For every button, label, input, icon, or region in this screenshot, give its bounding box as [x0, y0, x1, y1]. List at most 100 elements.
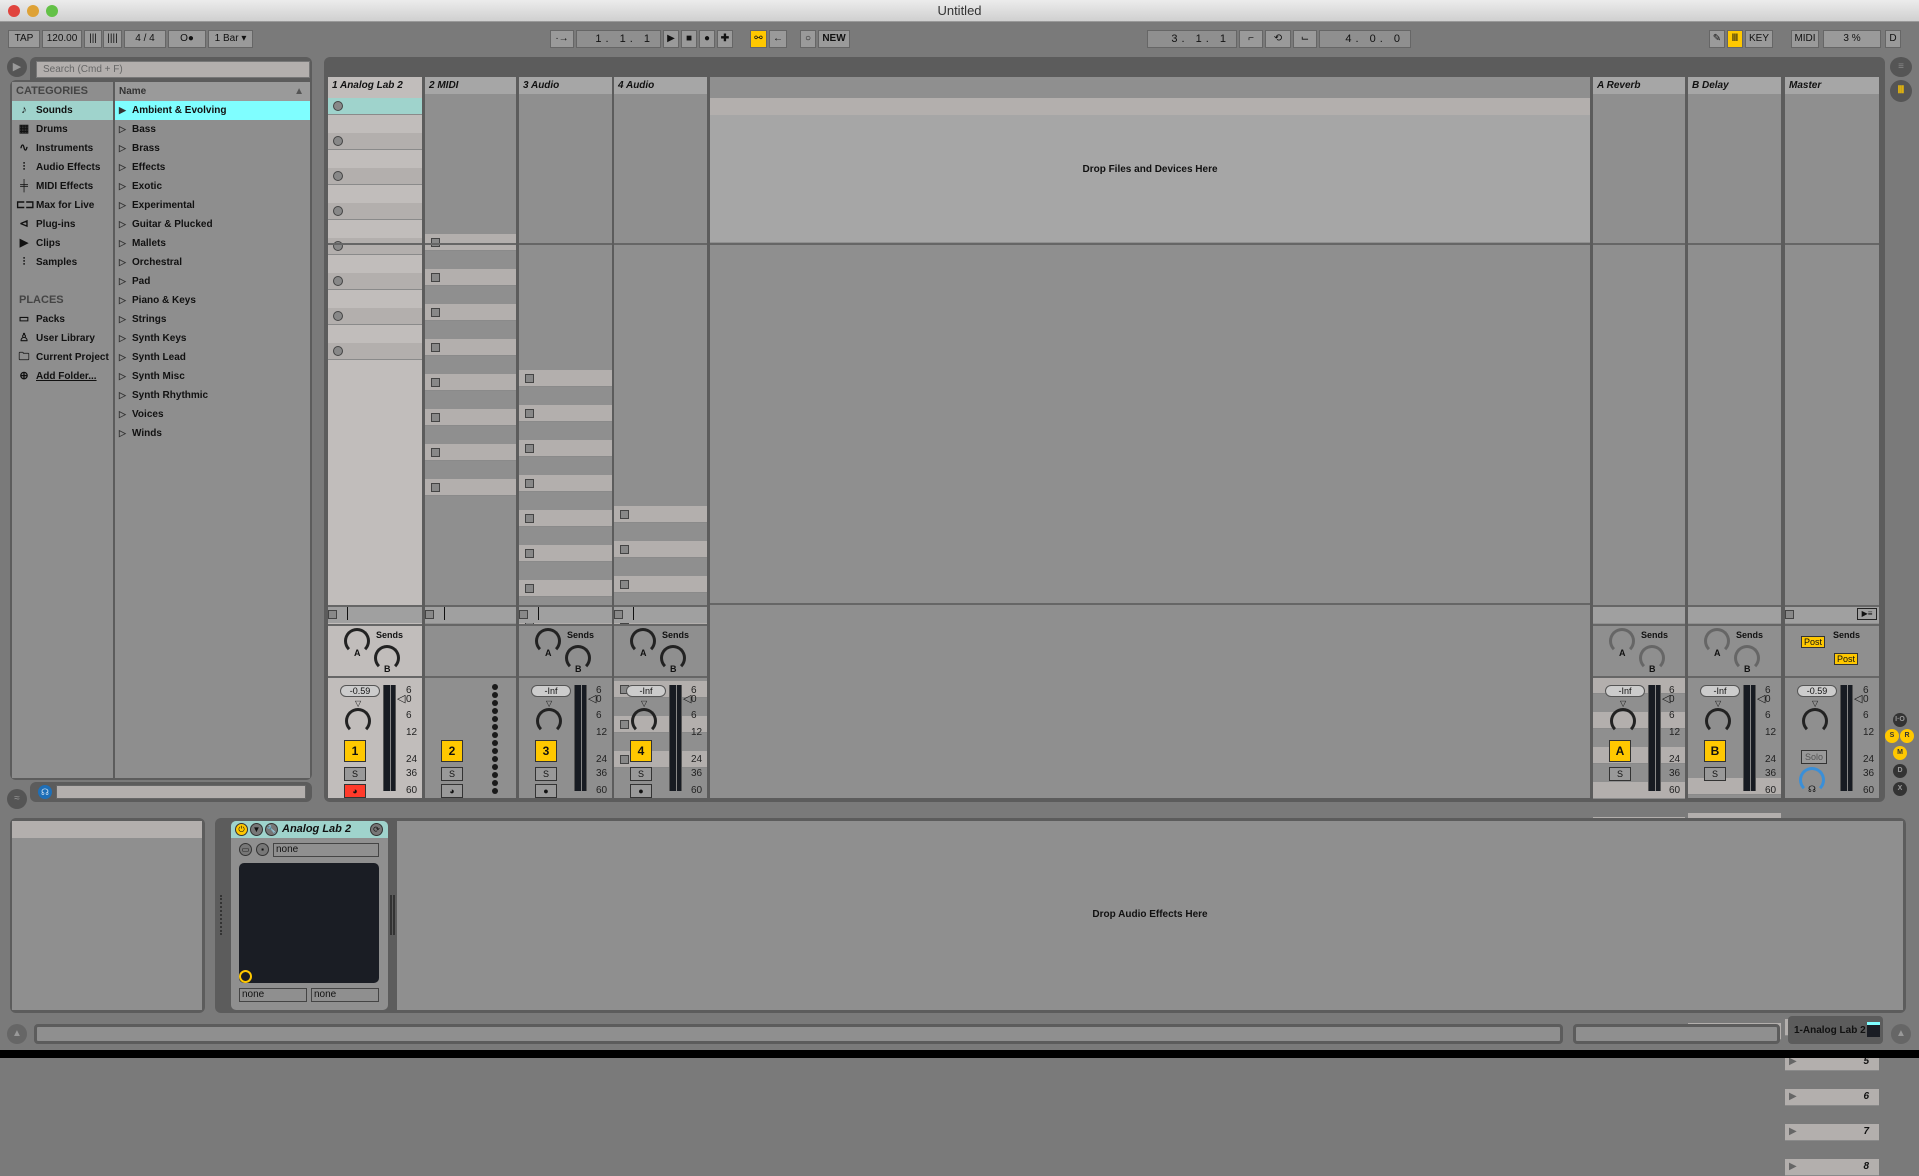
clip-slot[interactable] — [614, 541, 707, 558]
browser-item[interactable]: ▷ Strings — [115, 310, 310, 329]
track-stop-button[interactable] — [614, 610, 623, 619]
track-stop-button[interactable] — [519, 610, 528, 619]
category-max-for-live[interactable]: ⊏⊐ Max for Live — [12, 196, 113, 215]
clip-slot[interactable] — [328, 98, 422, 115]
pan-knob[interactable] — [1802, 708, 1828, 734]
plugin-expand-icon[interactable] — [239, 970, 252, 983]
browser-item[interactable]: ▷ Pad — [115, 272, 310, 291]
track-stop-button[interactable] — [328, 610, 337, 619]
computer-keyboard-button[interactable]: Ⅲ — [1727, 30, 1743, 48]
new-clip-button[interactable]: NEW — [818, 30, 850, 48]
track-header[interactable]: A Reverb — [1593, 77, 1685, 94]
plugin-display[interactable] — [239, 863, 379, 983]
clip-stop-button[interactable] — [525, 409, 534, 418]
place-packs[interactable]: ▭ Packs — [12, 310, 113, 329]
browser-item[interactable]: ▷ Exotic — [115, 177, 310, 196]
return-activator-button[interactable]: A — [1609, 740, 1631, 762]
session-record-button[interactable]: ○ — [800, 30, 816, 48]
preset-field[interactable]: none — [273, 843, 379, 857]
back-to-arrangement-button[interactable]: ← — [769, 30, 787, 48]
category-midi-effects[interactable]: ╪ MIDI Effects — [12, 177, 113, 196]
clip-slot[interactable] — [328, 168, 422, 185]
category-samples[interactable]: ⫶ Samples — [12, 253, 113, 272]
key-map-button[interactable]: KEY — [1745, 30, 1773, 48]
clip-stop-button[interactable] — [525, 549, 534, 558]
clip-slot[interactable] — [328, 133, 422, 150]
browser-item[interactable]: ▷ Mallets — [115, 234, 310, 253]
draw-mode-button[interactable]: ✎ — [1709, 30, 1725, 48]
loop-start-field[interactable]: 3. 1. 1 — [1147, 30, 1237, 48]
wrench-icon[interactable]: 🔧 — [265, 823, 278, 836]
scene-launch-icon[interactable]: ▶ — [1789, 1091, 1797, 1102]
time-signature-field[interactable]: 4 / 4 — [124, 30, 166, 48]
drop-area[interactable]: Drop Files and Devices Here — [710, 77, 1590, 798]
crossfader-toggle-button[interactable]: X — [1893, 782, 1907, 796]
track-stop-button[interactable] — [425, 610, 434, 619]
clip-stop-button[interactable] — [620, 545, 629, 554]
minimize-window-button[interactable] — [27, 5, 39, 17]
punch-in-button[interactable]: ⌐ — [1239, 30, 1263, 48]
category-sounds[interactable]: ♪ Sounds — [12, 101, 113, 120]
clip-slot[interactable] — [328, 203, 422, 220]
clip-stop-button[interactable] — [525, 584, 534, 593]
arm-button[interactable]: ● — [535, 784, 557, 798]
param-a-field[interactable]: none — [239, 988, 307, 1002]
category-instruments[interactable]: ∿ Instruments — [12, 139, 113, 158]
clip-stop-button[interactable] — [620, 755, 629, 764]
solo-button[interactable]: S — [1704, 767, 1726, 781]
loop-length-field[interactable]: 4. 0. 0 — [1319, 30, 1411, 48]
clip-slot[interactable] — [519, 545, 612, 562]
pan-knob[interactable] — [631, 708, 657, 734]
track-header[interactable]: 2 MIDI — [425, 77, 516, 94]
automation-arm-button[interactable]: ⚯ — [750, 30, 767, 48]
track-header[interactable]: B Delay — [1688, 77, 1781, 94]
clip-slot[interactable] — [519, 370, 612, 387]
clip-slot[interactable] — [614, 576, 707, 593]
clip-slot[interactable] — [519, 405, 612, 422]
clip-slot[interactable] — [425, 374, 516, 391]
open-preset-icon[interactable]: ▭ — [239, 843, 252, 856]
volume-fader-handle[interactable]: ◁ — [1854, 692, 1862, 705]
clip-stop-button[interactable] — [431, 308, 440, 317]
browser-item[interactable]: ▷ Orchestral — [115, 253, 310, 272]
volume-fader-handle[interactable]: ◁ — [397, 692, 405, 705]
volume-field[interactable]: -0.59 — [1797, 685, 1837, 697]
scene-launch-icon[interactable]: ▶ — [1789, 1161, 1797, 1172]
clip-slot[interactable]: ▶ 6 — [1785, 1089, 1879, 1106]
clip-slot[interactable] — [328, 343, 422, 360]
device-power-button[interactable]: ⏻ — [235, 823, 248, 836]
follow-button[interactable]: ·→ — [550, 30, 574, 48]
search-input[interactable]: Search (Cmd + F) — [36, 61, 310, 78]
clip-slot[interactable] — [328, 238, 422, 255]
browser-item[interactable]: ▶ Ambient & Evolving — [115, 101, 310, 120]
place-user-library[interactable]: ♙ User Library — [12, 329, 113, 348]
save-preset-icon[interactable]: ▪ — [256, 843, 269, 856]
clip-slot[interactable] — [425, 339, 516, 356]
browser-item[interactable]: ▷ Piano & Keys — [115, 291, 310, 310]
clip-stop-button[interactable] — [431, 273, 440, 282]
audio-effects-drop-area[interactable]: Drop Audio Effects Here — [397, 821, 1903, 1010]
quantize-select[interactable]: 1 Bar ▾ — [208, 30, 253, 48]
clip-stop-button[interactable] — [525, 514, 534, 523]
session-view-button[interactable]: Ⅲ — [1890, 80, 1912, 102]
nudge-up-button[interactable]: |||| — [103, 30, 122, 48]
scene-launch-icon[interactable]: ▶ — [1789, 1126, 1797, 1137]
post-button[interactable]: Post — [1801, 636, 1826, 648]
browser-item[interactable]: ▷ Synth Misc — [115, 367, 310, 386]
clip-stop-button[interactable] — [431, 343, 440, 352]
delay-toggle-button[interactable]: D — [1893, 764, 1907, 778]
groove-pool-button[interactable]: ≈ — [7, 789, 27, 809]
tap-tempo-button[interactable]: TAP — [8, 30, 40, 48]
clip-slot[interactable] — [328, 273, 422, 290]
volume-field[interactable]: -Inf — [1700, 685, 1740, 697]
clip-stop-button[interactable] — [525, 444, 534, 453]
browser-item[interactable]: ▷ Synth Rhythmic — [115, 386, 310, 405]
post-button[interactable]: Post — [1834, 653, 1859, 665]
track-activator-button[interactable]: 2 — [441, 740, 463, 762]
solo-button[interactable]: S — [535, 767, 557, 781]
clip-record-button[interactable] — [333, 136, 343, 146]
return-activator-button[interactable]: B — [1704, 740, 1726, 762]
clip-record-button[interactable] — [333, 346, 343, 356]
volume-field[interactable]: -Inf — [1605, 685, 1645, 697]
clip-stop-button[interactable] — [525, 479, 534, 488]
